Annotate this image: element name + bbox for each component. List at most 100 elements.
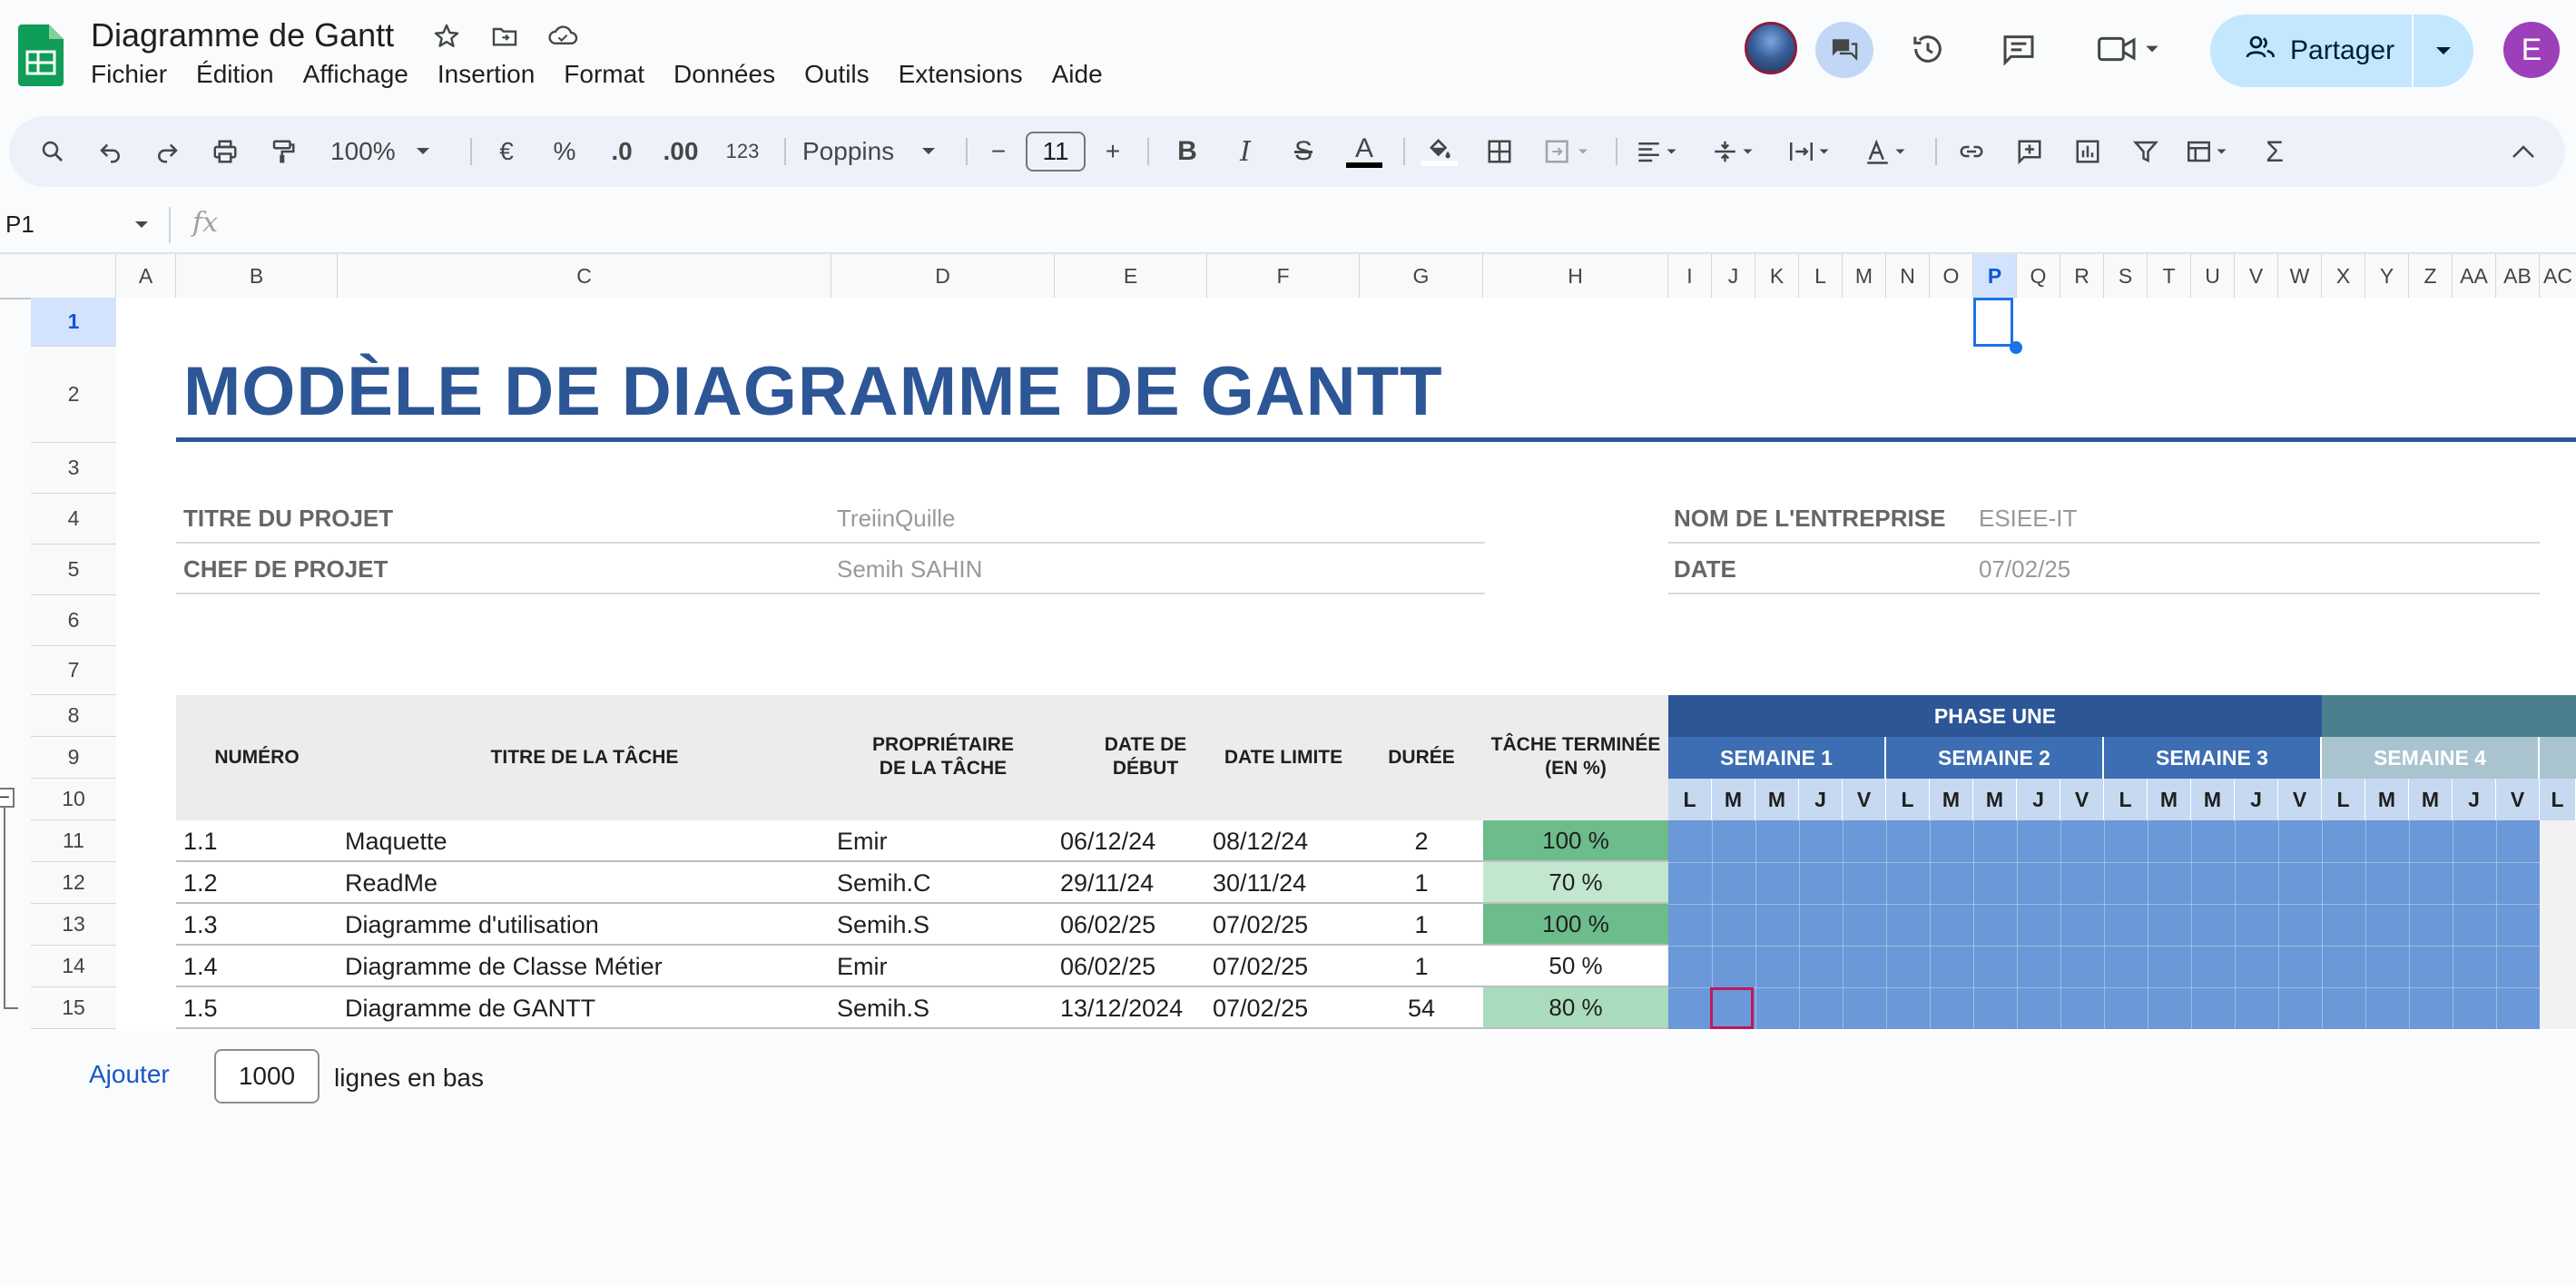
column-header-q[interactable]: Q xyxy=(2017,254,2060,298)
column-header-z[interactable]: Z xyxy=(2409,254,2453,298)
increase-font-size-button[interactable]: + xyxy=(1095,116,1131,187)
column-header-c[interactable]: C xyxy=(338,254,831,298)
strikethrough-button[interactable]: S xyxy=(1283,116,1323,187)
row-header-12[interactable]: 12 xyxy=(31,862,116,904)
increase-decimal-button[interactable]: .00 xyxy=(655,116,706,187)
column-header-o[interactable]: O xyxy=(1930,254,1973,298)
column-header-x[interactable]: X xyxy=(2322,254,2365,298)
name-box-dropdown-icon[interactable] xyxy=(134,218,149,234)
column-header-t[interactable]: T xyxy=(2148,254,2191,298)
filter-views-icon[interactable] xyxy=(2178,116,2242,187)
decrease-font-size-button[interactable]: − xyxy=(980,116,1017,187)
borders-icon[interactable] xyxy=(1480,116,1519,187)
menu-aide[interactable]: Aide xyxy=(1052,60,1103,89)
column-header-v[interactable]: V xyxy=(2235,254,2278,298)
row-header-15[interactable]: 15 xyxy=(31,987,116,1029)
highlighted-cell[interactable] xyxy=(1710,987,1754,1029)
star-icon[interactable] xyxy=(428,18,465,54)
collapse-menus-icon[interactable] xyxy=(2503,116,2543,187)
row-header-13[interactable]: 13 xyxy=(31,904,116,946)
row-header-6[interactable]: 6 xyxy=(31,595,116,646)
row-header-3[interactable]: 3 xyxy=(31,443,116,494)
sheets-logo-icon[interactable] xyxy=(18,25,64,86)
column-header-d[interactable]: D xyxy=(831,254,1055,298)
date-value[interactable]: 07/02/25 xyxy=(1979,555,2070,584)
column-header-ac[interactable]: AC xyxy=(2540,254,2576,298)
vertical-align-icon[interactable] xyxy=(1706,116,1766,187)
row-header-9[interactable]: 9 xyxy=(31,737,116,779)
column-header-n[interactable]: N xyxy=(1886,254,1930,298)
rows-count-input[interactable]: 1000 xyxy=(214,1049,320,1104)
insert-comment-icon[interactable] xyxy=(2010,116,2050,187)
column-header-m[interactable]: M xyxy=(1843,254,1886,298)
row-header-1[interactable]: 1 xyxy=(31,298,116,347)
share-button[interactable]: Partager xyxy=(2210,15,2473,87)
row-header-10[interactable]: 10 xyxy=(31,779,116,820)
menu-format[interactable]: Format xyxy=(564,60,644,89)
more-formats-button[interactable]: 123 xyxy=(717,116,768,187)
column-header-h[interactable]: H xyxy=(1483,254,1668,298)
menu-extensions[interactable]: Extensions xyxy=(899,60,1023,89)
table-row[interactable]: 1.1 Maquette Emir 06/12/24 08/12/24 2 100 % xyxy=(176,820,1668,862)
share-dropdown-icon[interactable] xyxy=(2414,45,2473,56)
column-header-r[interactable]: R xyxy=(2060,254,2104,298)
search-menus-icon[interactable] xyxy=(33,116,73,187)
text-rotation-icon[interactable] xyxy=(1859,116,1919,187)
insert-link-icon[interactable] xyxy=(1952,116,1991,187)
zoom-select[interactable]: 100% xyxy=(330,116,454,187)
row-header-5[interactable]: 5 xyxy=(31,544,116,595)
paint-format-icon[interactable] xyxy=(263,116,303,187)
column-header-i[interactable]: I xyxy=(1668,254,1712,298)
menu-fichier[interactable]: Fichier xyxy=(91,60,167,89)
user-avatar[interactable]: E xyxy=(2503,22,2560,78)
cloud-saved-icon[interactable] xyxy=(545,18,581,54)
column-header-y[interactable]: Y xyxy=(2365,254,2409,298)
filter-icon[interactable] xyxy=(2126,116,2166,187)
undo-icon[interactable] xyxy=(91,116,131,187)
merge-cells-icon[interactable] xyxy=(1538,116,1601,187)
menu-outils[interactable]: Outils xyxy=(804,60,870,89)
row-header-4[interactable]: 4 xyxy=(31,494,116,544)
row-header-2[interactable]: 2 xyxy=(31,347,116,443)
format-percent-button[interactable]: % xyxy=(545,116,585,187)
column-header-p[interactable]: P xyxy=(1973,254,2017,298)
column-header-w[interactable]: W xyxy=(2278,254,2322,298)
fill-color-button[interactable] xyxy=(1418,116,1461,187)
table-row[interactable]: 1.5 Diagramme de GANTT Semih.S 13/12/2024 07… xyxy=(176,987,1668,1029)
company-name-value[interactable]: ESIEE-IT xyxy=(1979,505,2077,533)
row-header-7[interactable]: 7 xyxy=(31,646,116,695)
table-row[interactable]: 1.2 ReadMe Semih.C 29/11/24 30/11/24 1 70 % xyxy=(176,862,1668,904)
table-row[interactable]: 1.3 Diagramme d'utilisation Semih.S 06/02/2… xyxy=(176,904,1668,946)
functions-button[interactable]: Σ xyxy=(2255,116,2295,187)
row-header-8[interactable]: 8 xyxy=(31,695,116,737)
font-size-input[interactable]: 11 xyxy=(1026,132,1086,172)
menu-edition[interactable]: Édition xyxy=(196,60,274,89)
name-box[interactable]: P1 xyxy=(5,211,34,239)
selected-cell-p1[interactable] xyxy=(1973,298,2013,347)
format-currency-button[interactable]: € xyxy=(487,116,526,187)
project-title-value[interactable]: TreiinQuille xyxy=(837,505,956,533)
table-row[interactable]: 1.4 Diagramme de Classe Métier Emir 06/02/2… xyxy=(176,946,1668,987)
row-header-11[interactable]: 11 xyxy=(31,820,116,862)
column-header-e[interactable]: E xyxy=(1055,254,1207,298)
move-to-folder-icon[interactable] xyxy=(487,18,523,54)
formula-input[interactable] xyxy=(245,205,2569,245)
project-manager-value[interactable]: Semih SAHIN xyxy=(837,555,982,584)
horizontal-align-icon[interactable] xyxy=(1630,116,1690,187)
text-color-button[interactable]: A xyxy=(1342,116,1387,187)
row-header-14[interactable]: 14 xyxy=(31,946,116,987)
collaborator-avatar[interactable] xyxy=(1745,22,1797,74)
column-header-ab[interactable]: AB xyxy=(2496,254,2540,298)
column-header-a[interactable]: A xyxy=(116,254,176,298)
menu-insertion[interactable]: Insertion xyxy=(438,60,535,89)
comments-icon[interactable] xyxy=(2001,31,2037,67)
fill-handle[interactable] xyxy=(2010,341,2022,354)
font-family-select[interactable]: Poppins xyxy=(802,116,948,187)
column-header-b[interactable]: B xyxy=(176,254,338,298)
version-history-icon[interactable] xyxy=(1910,31,1946,67)
menu-donnees[interactable]: Données xyxy=(673,60,775,89)
column-header-l[interactable]: L xyxy=(1799,254,1843,298)
select-all-corner[interactable] xyxy=(31,254,116,298)
row-group-collapse-icon[interactable]: − xyxy=(0,788,15,808)
meet-video-icon[interactable] xyxy=(2095,31,2164,67)
